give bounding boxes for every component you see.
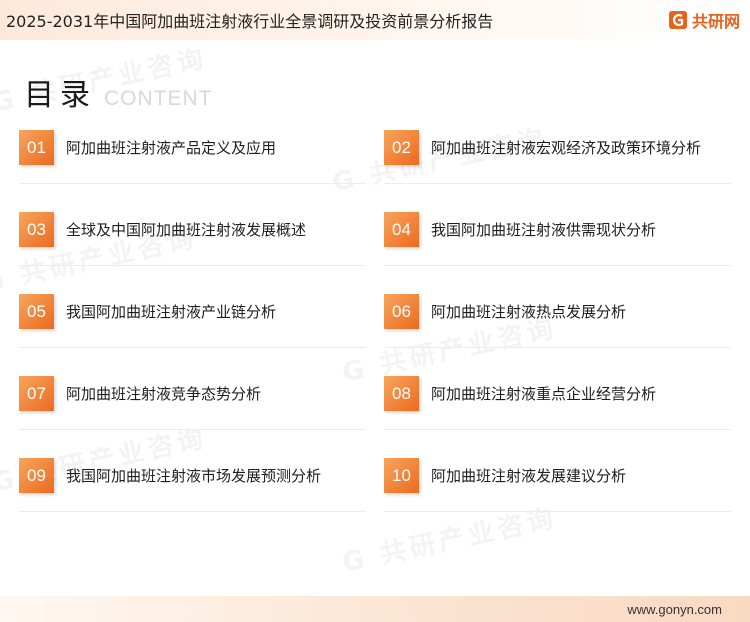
toc-item-07[interactable]: 07 阿加曲班注射液竞争态势分析	[19, 370, 366, 430]
chapter-title: 我国阿加曲班注射液产业链分析	[66, 302, 277, 321]
toc-item-06[interactable]: 06 阿加曲班注射液热点发展分析	[384, 288, 731, 348]
chapter-title: 阿加曲班注射液发展建议分析	[431, 466, 627, 485]
toc-item-08[interactable]: 08 阿加曲班注射液重点企业经营分析	[384, 370, 731, 430]
brand-logo: 共研网	[668, 8, 740, 32]
chapter-number: 09	[19, 458, 54, 493]
logo-icon	[668, 11, 687, 29]
table-of-contents: 01 阿加曲班注射液产品定义及应用 02 阿加曲班注射液宏观经济及政策环境分析 …	[19, 124, 731, 534]
toc-item-05[interactable]: 05 我国阿加曲班注射液产业链分析	[19, 288, 366, 348]
footer-bar: www.gonyn.com	[0, 596, 750, 622]
logo-text: 共研网	[691, 12, 740, 31]
toc-item-03[interactable]: 03 全球及中国阿加曲班注射液发展概述	[19, 206, 366, 266]
toc-item-09[interactable]: 09 我国阿加曲班注射液市场发展预测分析	[19, 452, 366, 512]
toc-item-01[interactable]: 01 阿加曲班注射液产品定义及应用	[19, 124, 366, 184]
chapter-number: 10	[384, 458, 419, 493]
chapter-title: 阿加曲班注射液热点发展分析	[431, 302, 627, 321]
document-title: 2025-2031年中国阿加曲班注射液行业全景调研及投资前景分析报告	[6, 12, 494, 31]
section-heading: 目录 CONTENT	[24, 70, 213, 114]
chapter-number: 05	[19, 294, 54, 329]
chapter-number: 08	[384, 376, 419, 411]
heading-subtitle: CONTENT	[104, 87, 213, 110]
chapter-title: 我国阿加曲班注射液供需现状分析	[431, 220, 657, 239]
toc-item-02[interactable]: 02 阿加曲班注射液宏观经济及政策环境分析	[384, 124, 731, 184]
chapter-title: 阿加曲班注射液竞争态势分析	[66, 384, 262, 403]
chapter-number: 04	[384, 212, 419, 247]
chapter-number: 07	[19, 376, 54, 411]
heading-title: 目录	[24, 78, 96, 113]
chapter-title: 我国阿加曲班注射液市场发展预测分析	[66, 466, 322, 485]
toc-item-10[interactable]: 10 阿加曲班注射液发展建议分析	[384, 452, 731, 512]
chapter-number: 02	[384, 130, 419, 165]
chapter-number: 03	[19, 212, 54, 247]
header-bar: 2025-2031年中国阿加曲班注射液行业全景调研及投资前景分析报告 共研网	[0, 0, 750, 40]
chapter-title: 阿加曲班注射液宏观经济及政策环境分析	[431, 138, 702, 157]
chapter-number: 01	[19, 130, 54, 165]
chapter-title: 阿加曲班注射液产品定义及应用	[66, 138, 277, 157]
chapter-title: 阿加曲班注射液重点企业经营分析	[431, 384, 657, 403]
footer-url[interactable]: www.gonyn.com	[627, 602, 722, 617]
chapter-number: 06	[384, 294, 419, 329]
chapter-title: 全球及中国阿加曲班注射液发展概述	[66, 220, 307, 239]
toc-item-04[interactable]: 04 我国阿加曲班注射液供需现状分析	[384, 206, 731, 266]
